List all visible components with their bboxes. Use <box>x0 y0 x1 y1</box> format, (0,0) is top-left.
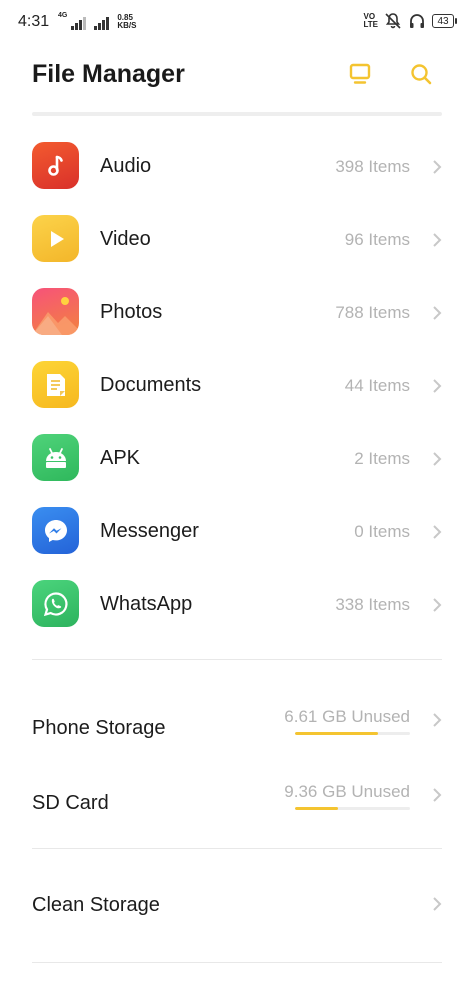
section-divider <box>32 962 442 963</box>
remote-access-button[interactable] <box>344 58 376 90</box>
battery-icon: 43 <box>432 14 457 28</box>
chevron-right-icon <box>433 306 442 320</box>
net-speed: 0.85 KB/S <box>117 14 136 30</box>
volte-line2: LTE <box>363 20 378 29</box>
chevron-right-icon <box>433 452 442 466</box>
signal-icon <box>71 16 87 30</box>
section-divider <box>32 659 442 660</box>
category-label: Messenger <box>100 520 199 542</box>
play-icon <box>32 215 79 262</box>
headphones-icon <box>410 14 424 28</box>
volte-icon: VO LTE <box>363 13 378 29</box>
search-button[interactable] <box>405 58 437 90</box>
monitor-icon <box>349 63 371 84</box>
status-time: 4:31 <box>18 13 50 30</box>
chevron-right-icon <box>433 233 442 247</box>
clean-storage-label: Clean Storage <box>32 894 160 916</box>
section-divider <box>32 848 442 849</box>
status-bar: 4:31 4G 0.85 KB/S VO LTE 43 <box>0 0 474 44</box>
header-divider <box>32 112 442 116</box>
category-count: 788 Items <box>335 303 410 322</box>
category-label: WhatsApp <box>100 593 193 615</box>
photo-icon <box>32 288 79 335</box>
storage-usage-bar <box>295 807 410 810</box>
mute-icon <box>385 13 401 29</box>
phone-storage-row[interactable]: Phone Storage 6.61 GB Unused <box>0 697 474 761</box>
category-audio[interactable]: Audio 398 Items <box>0 130 474 203</box>
storage-usage-fill <box>295 807 338 810</box>
category-count: 0 Items <box>354 522 410 541</box>
category-label: Audio <box>100 155 152 177</box>
android-icon <box>32 434 79 481</box>
category-count: 2 Items <box>354 449 410 468</box>
storage-label: SD Card <box>32 792 109 814</box>
category-label: Documents <box>100 374 202 396</box>
category-count: 96 Items <box>344 230 410 249</box>
chevron-right-icon <box>433 788 442 802</box>
category-list: Audio 398 Items Video 96 Items Photos 78… <box>0 130 474 641</box>
page-title: File Manager <box>32 60 185 88</box>
chevron-right-icon <box>433 379 442 393</box>
category-label: Video <box>100 228 151 250</box>
status-right-icons: VO LTE 43 <box>363 11 457 31</box>
category-video[interactable]: Video 96 Items <box>0 203 474 276</box>
category-count: 338 Items <box>335 595 410 614</box>
category-label: APK <box>100 447 141 469</box>
whatsapp-icon <box>32 580 79 627</box>
status-left-icons: 4G 0.85 KB/S <box>58 12 136 30</box>
storage-value: 9.36 GB Unused <box>284 782 410 801</box>
chevron-right-icon <box>433 160 442 174</box>
category-whatsapp[interactable]: WhatsApp 338 Items <box>0 568 474 641</box>
music-note-icon <box>32 142 79 189</box>
chevron-right-icon <box>433 897 442 911</box>
storage-usage-fill <box>295 732 378 735</box>
clean-storage-row[interactable]: Clean Storage <box>0 876 474 936</box>
storage-label: Phone Storage <box>32 717 166 739</box>
category-count: 398 Items <box>335 157 410 176</box>
app-header: File Manager <box>0 50 474 100</box>
signal-type-label: 4G <box>58 12 68 19</box>
category-count: 44 Items <box>344 376 410 395</box>
category-apk[interactable]: APK 2 Items <box>0 422 474 495</box>
category-documents[interactable]: Documents 44 Items <box>0 349 474 422</box>
storage-usage-bar <box>295 732 410 735</box>
chevron-right-icon <box>433 598 442 612</box>
messenger-icon <box>32 507 79 554</box>
category-photos[interactable]: Photos 788 Items <box>0 276 474 349</box>
sd-card-row[interactable]: SD Card 9.36 GB Unused <box>0 772 474 836</box>
chevron-right-icon <box>433 525 442 539</box>
chevron-right-icon <box>433 713 442 727</box>
net-speed-unit: KB/S <box>117 21 137 30</box>
document-icon <box>32 361 79 408</box>
storage-value: 6.61 GB Unused <box>284 707 410 726</box>
category-messenger[interactable]: Messenger 0 Items <box>0 495 474 568</box>
category-label: Photos <box>100 301 163 323</box>
signal-icon-2 <box>94 16 110 30</box>
search-icon <box>411 64 432 85</box>
